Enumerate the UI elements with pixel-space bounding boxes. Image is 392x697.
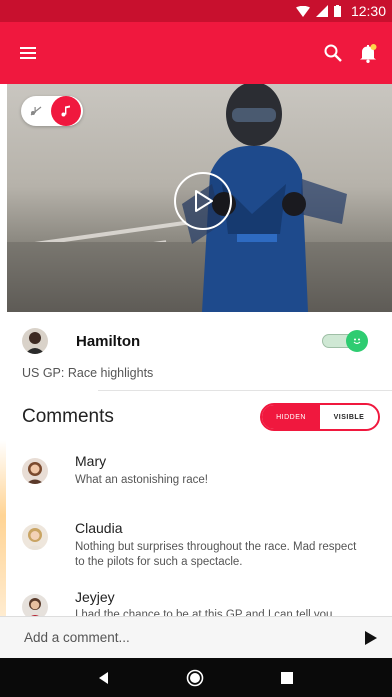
divider bbox=[98, 390, 392, 391]
app-bar bbox=[0, 22, 392, 84]
comments-title: Comments bbox=[22, 406, 114, 427]
author-name[interactable]: Hamilton bbox=[76, 333, 140, 350]
author-avatar[interactable] bbox=[22, 328, 48, 354]
menu-button[interactable] bbox=[20, 47, 36, 59]
comment-text: I had the chance to be at this GP and I … bbox=[75, 609, 333, 616]
commenter-avatar[interactable] bbox=[22, 458, 48, 484]
battery-icon bbox=[333, 5, 341, 17]
commenter-name: Mary bbox=[75, 453, 107, 469]
notification-bell-icon bbox=[360, 44, 377, 63]
home-icon bbox=[186, 669, 204, 686]
commenter-avatar-image bbox=[22, 524, 48, 550]
signal-icon bbox=[315, 5, 328, 17]
comment-composer bbox=[0, 616, 392, 658]
system-nav-bar bbox=[0, 658, 392, 697]
search-button[interactable] bbox=[324, 44, 342, 62]
menu-icon bbox=[20, 47, 36, 59]
commenter-name: Jeyjey bbox=[75, 589, 115, 605]
visibility-toggle[interactable] bbox=[322, 330, 368, 352]
commenter-avatar[interactable] bbox=[22, 524, 48, 550]
smile-icon bbox=[353, 338, 361, 345]
music-off-icon bbox=[30, 106, 42, 116]
wifi-icon bbox=[295, 5, 310, 17]
back-button[interactable] bbox=[98, 671, 109, 684]
author-avatar-image bbox=[22, 328, 48, 354]
post-author-row: Hamilton bbox=[0, 318, 392, 364]
back-icon bbox=[98, 671, 108, 684]
comment-text: Nothing but surprises throughout the rac… bbox=[75, 541, 357, 568]
music-toggle[interactable] bbox=[21, 96, 83, 126]
play-icon bbox=[195, 190, 213, 212]
home-button[interactable] bbox=[186, 669, 204, 687]
comment-text: What an astonishing race! bbox=[75, 474, 208, 486]
status-bar: 12:30 bbox=[0, 0, 392, 22]
commenter-name: Claudia bbox=[75, 520, 123, 536]
post-subtitle: US GP: Race highlights bbox=[22, 366, 154, 380]
music-off-option[interactable] bbox=[21, 106, 51, 116]
decorative-edge bbox=[0, 440, 6, 630]
send-button[interactable] bbox=[364, 630, 378, 646]
search-icon bbox=[324, 44, 342, 62]
comments-filter: HIDDEN VISIBLE bbox=[260, 403, 380, 431]
music-on-option[interactable] bbox=[51, 96, 81, 126]
comment-input[interactable] bbox=[24, 630, 324, 645]
music-note-icon bbox=[61, 105, 70, 117]
send-icon bbox=[365, 630, 377, 645]
recents-icon bbox=[281, 671, 294, 684]
notifications-button[interactable] bbox=[358, 43, 378, 63]
filter-hidden-option[interactable]: HIDDEN bbox=[262, 405, 320, 429]
filter-visible-option[interactable]: VISIBLE bbox=[320, 405, 378, 429]
toggle-knob bbox=[346, 330, 368, 352]
recents-button[interactable] bbox=[281, 671, 294, 684]
play-button[interactable] bbox=[174, 172, 232, 230]
status-time: 12:30 bbox=[350, 3, 386, 19]
video-player[interactable] bbox=[7, 84, 392, 312]
app-screen: 12:30 Hamilton US GP: Race highlights Co… bbox=[0, 0, 392, 697]
commenter-avatar-image bbox=[22, 458, 48, 484]
